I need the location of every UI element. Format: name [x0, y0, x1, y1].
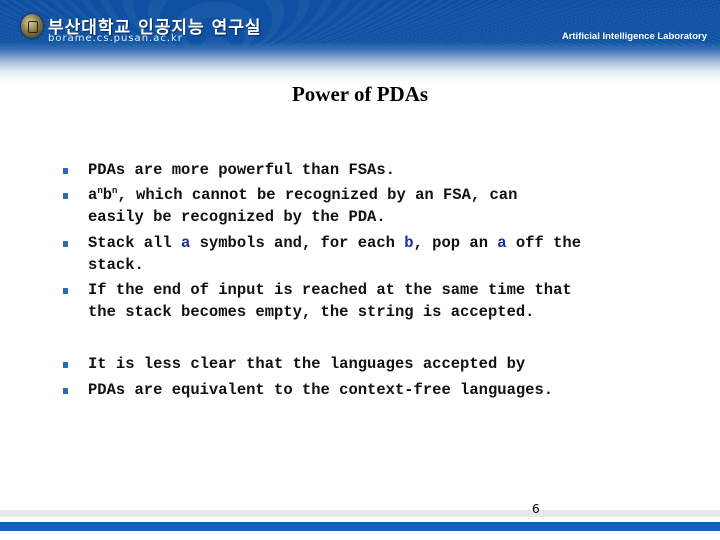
- highlight-symbol: a: [497, 234, 507, 252]
- bullet-marker-icon: [63, 168, 68, 174]
- bullet-item-continuation: stack.: [88, 254, 144, 276]
- bullet-text: PDAs are equivalent to the context-free …: [88, 381, 554, 399]
- bullet-text: off the: [506, 234, 582, 252]
- lab-english-name: Artificial Intelligence Laboratory: [561, 31, 707, 42]
- bullet-item: It is less clear that the languages acce…: [88, 353, 525, 375]
- bullet-marker-icon: [63, 362, 68, 368]
- bullet-text: symbols and, for each: [190, 234, 405, 252]
- bullet-marker-icon: [63, 193, 68, 199]
- bullet-text: It is less clear that the languages acce…: [88, 355, 526, 373]
- bullet-marker-icon: [63, 241, 68, 247]
- bullet-item-continuation: easily be recognized by the PDA.: [88, 206, 386, 228]
- bullet-text: PDAs are more powerful than FSAs.: [88, 161, 395, 179]
- bullet-item: anbn, which cannot be recognized by an F…: [88, 184, 517, 206]
- bullet-marker-icon: [63, 388, 68, 394]
- footer-blue-bar: [0, 522, 720, 531]
- bullet-text: Stack all: [88, 234, 182, 252]
- bullet-text: , which cannot be recognized by an FSA, …: [117, 186, 518, 204]
- symbol-b: b: [102, 186, 113, 204]
- bullet-text: the stack becomes empty, the string is a…: [88, 303, 535, 321]
- page-number: 6: [532, 502, 540, 516]
- lab-url: borame.cs.pusan.ac.kr: [48, 33, 183, 44]
- bullet-text: If the end of input is reached at the sa…: [88, 281, 572, 299]
- highlight-symbol: a: [181, 234, 191, 252]
- bullet-item: Stack all a symbols and, for each b, pop…: [88, 232, 581, 254]
- slide-header: 부산대학교 인공지능 연구실 borame.cs.pusan.ac.kr Art…: [0, 0, 720, 82]
- footer-gray-bar: [0, 510, 720, 517]
- university-emblem-icon: [21, 14, 43, 38]
- symbol-a: a: [88, 186, 98, 204]
- bullet-text: stack.: [88, 256, 144, 274]
- bullet-item: If the end of input is reached at the sa…: [88, 279, 572, 301]
- bullet-item-continuation: the stack becomes empty, the string is a…: [88, 301, 534, 323]
- bullet-marker-icon: [63, 288, 68, 294]
- slide-title: Power of PDAs: [291, 82, 429, 106]
- bullet-text: , pop an: [413, 234, 498, 252]
- bullet-item: PDAs are more powerful than FSAs.: [88, 159, 395, 181]
- bullet-item: PDAs are equivalent to the context-free …: [88, 379, 553, 401]
- bullet-text: easily be recognized by the PDA.: [88, 208, 386, 226]
- highlight-symbol: b: [404, 234, 414, 252]
